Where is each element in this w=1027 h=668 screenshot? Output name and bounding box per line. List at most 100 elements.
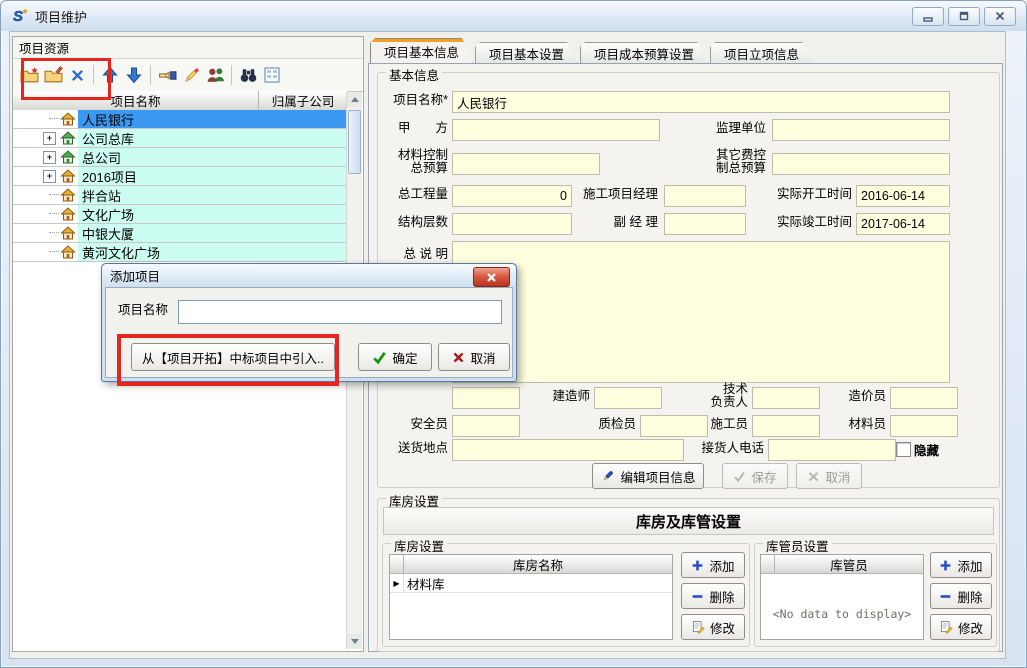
tree-row-company-store[interactable]: + 公司总库 xyxy=(13,129,347,148)
keeper-group-title: 库管员设置 xyxy=(763,536,832,555)
edit-project-info-button[interactable]: 编辑项目信息 xyxy=(592,463,704,489)
actual-finish-field[interactable]: 2017-06-14 xyxy=(856,213,950,235)
other-fee-budget-field[interactable] xyxy=(772,153,950,175)
app-window: S 项目维护 项目资源 xyxy=(0,0,1027,668)
expand-icon[interactable]: + xyxy=(43,132,56,145)
dialog-name-label: 项目名称 xyxy=(118,301,174,321)
app-logo-icon: S xyxy=(11,7,29,25)
actual-start-label: 实际开工时间 xyxy=(768,185,852,205)
actual-start-field[interactable]: 2016-06-14 xyxy=(856,185,950,207)
party-a-field[interactable] xyxy=(452,119,660,141)
tab-project-approval-info[interactable]: 项目立项信息 xyxy=(710,42,813,64)
cancel-x-icon xyxy=(807,470,820,483)
tab-strip: 项目基本信息 项目基本设置 项目成本预算设置 项目立项信息 xyxy=(370,38,1003,64)
ok-check-icon xyxy=(372,350,387,365)
warehouse-row-label: 材料库 xyxy=(404,574,672,592)
dialog-ok-button[interactable]: 确定 xyxy=(358,343,432,371)
tree-row-mixing-station[interactable]: 拌合站 xyxy=(13,186,347,205)
scroll-down-icon[interactable] xyxy=(347,634,362,649)
warehouse-name-column-header[interactable]: 库房名称 xyxy=(404,555,672,573)
deputy-manager-field[interactable] xyxy=(664,213,746,235)
keeper-modify-button[interactable]: 修改 xyxy=(930,614,992,640)
structure-layers-label: 结构层数 xyxy=(380,213,448,233)
edit-pencil-button[interactable] xyxy=(179,63,203,87)
minus-icon xyxy=(939,590,952,603)
material-officer-field[interactable] xyxy=(890,415,958,437)
tree-row-culture-plaza[interactable]: 文化广场 xyxy=(13,205,347,224)
assign-button[interactable] xyxy=(155,63,179,87)
grid-view-button[interactable] xyxy=(260,63,284,87)
close-button[interactable] xyxy=(984,7,1016,26)
warehouse-add-button[interactable]: 添加 xyxy=(681,552,745,578)
construction-pm-field[interactable] xyxy=(664,185,746,207)
safety-officer-field[interactable] xyxy=(452,415,520,437)
actual-finish-label: 实际竣工时间 xyxy=(768,213,852,233)
project-name-field[interactable]: 人民银行 xyxy=(452,91,950,113)
tree-row-yellow-river-plaza[interactable]: 黄河文化广场 xyxy=(13,243,347,262)
hide-checkbox[interactable] xyxy=(896,442,911,457)
general-note-label: 总 说 明 xyxy=(380,245,448,265)
tab-project-basic-info[interactable]: 项目基本信息 xyxy=(370,38,473,64)
annotation-import-button-highlight xyxy=(117,334,339,386)
expand-icon[interactable]: + xyxy=(43,170,56,183)
pen-icon xyxy=(600,469,615,484)
project-tree: 人民银行 + 公司总库 + 总公司 + 2016项目 xyxy=(13,110,347,262)
users-button[interactable] xyxy=(203,63,227,87)
save-button[interactable]: 保存 xyxy=(722,463,788,489)
plus-icon xyxy=(939,559,952,572)
restore-button[interactable] xyxy=(948,7,980,26)
warehouse-row[interactable]: ▶ 材料库 xyxy=(390,574,672,593)
warehouse-remove-button[interactable]: 删除 xyxy=(681,583,745,609)
close-icon xyxy=(993,9,1007,23)
tree-row-2016-projects[interactable]: + 2016项目 xyxy=(13,167,347,186)
tree-row-boc-tower[interactable]: 中银大厦 xyxy=(13,224,347,243)
tab-project-cost-budget-settings[interactable]: 项目成本预算设置 xyxy=(580,42,708,64)
scroll-up-icon[interactable] xyxy=(347,92,362,107)
tab-project-basic-settings[interactable]: 项目基本设置 xyxy=(475,42,578,64)
save-label: 保存 xyxy=(751,467,776,486)
marker-column xyxy=(390,555,404,573)
warehouse-modify-button[interactable]: 修改 xyxy=(681,614,745,640)
cancel-label: 取消 xyxy=(825,467,850,486)
dialog-name-input[interactable] xyxy=(178,300,502,324)
dialog-cancel-button[interactable]: 取消 xyxy=(438,343,510,371)
binoculars-icon xyxy=(239,66,258,85)
quality-inspector-field[interactable] xyxy=(640,415,708,437)
structure-layers-field[interactable] xyxy=(452,213,572,235)
expand-icon[interactable]: + xyxy=(43,151,56,164)
tree-row-renmin-bank[interactable]: 人民银行 xyxy=(13,110,347,129)
supervisor-unit-field[interactable] xyxy=(772,119,950,141)
delivery-address-field[interactable] xyxy=(452,439,684,461)
keeper-add-button[interactable]: 添加 xyxy=(930,552,992,578)
arrow-down-icon xyxy=(125,66,143,84)
total-quantity-field[interactable]: 0 xyxy=(452,185,572,207)
cost-estimator-field[interactable] xyxy=(890,387,958,409)
keeper-remove-button[interactable]: 删除 xyxy=(930,583,992,609)
save-check-icon xyxy=(733,470,746,483)
keeper-column-header[interactable]: 库管员 xyxy=(775,555,923,573)
move-down-button[interactable] xyxy=(122,63,146,87)
general-note-textarea[interactable] xyxy=(452,241,950,383)
row-marker-icon: ▶ xyxy=(390,574,404,592)
construction-worker-field[interactable] xyxy=(752,415,820,437)
scrollbar-thumb[interactable] xyxy=(348,110,361,174)
covered-field[interactable] xyxy=(452,387,520,409)
tech-lead-field[interactable] xyxy=(752,387,820,409)
search-button[interactable] xyxy=(236,63,260,87)
deputy-manager-label: 副 经 理 xyxy=(588,213,658,233)
minimize-icon xyxy=(921,9,935,23)
cancel-x-icon xyxy=(452,351,465,364)
tree-row-head-company[interactable]: + 总公司 xyxy=(13,148,347,167)
column-header-subcompany[interactable]: 归属子公司 xyxy=(259,91,347,110)
cancel-label: 取消 xyxy=(470,348,495,367)
hide-checkbox-label: 隐藏 xyxy=(914,439,939,459)
close-x-icon xyxy=(486,272,497,283)
minimize-button[interactable] xyxy=(912,7,944,26)
dialog-close-button[interactable] xyxy=(473,267,510,287)
cancel-button[interactable]: 取消 xyxy=(796,463,862,489)
warehouse-banner: 库房及库管设置 xyxy=(383,507,994,535)
material-budget-field[interactable] xyxy=(452,153,600,175)
builder-field[interactable] xyxy=(594,387,662,409)
receiver-phone-field[interactable] xyxy=(768,439,896,461)
material-budget-label: 材料控制 总预算 xyxy=(380,147,448,177)
